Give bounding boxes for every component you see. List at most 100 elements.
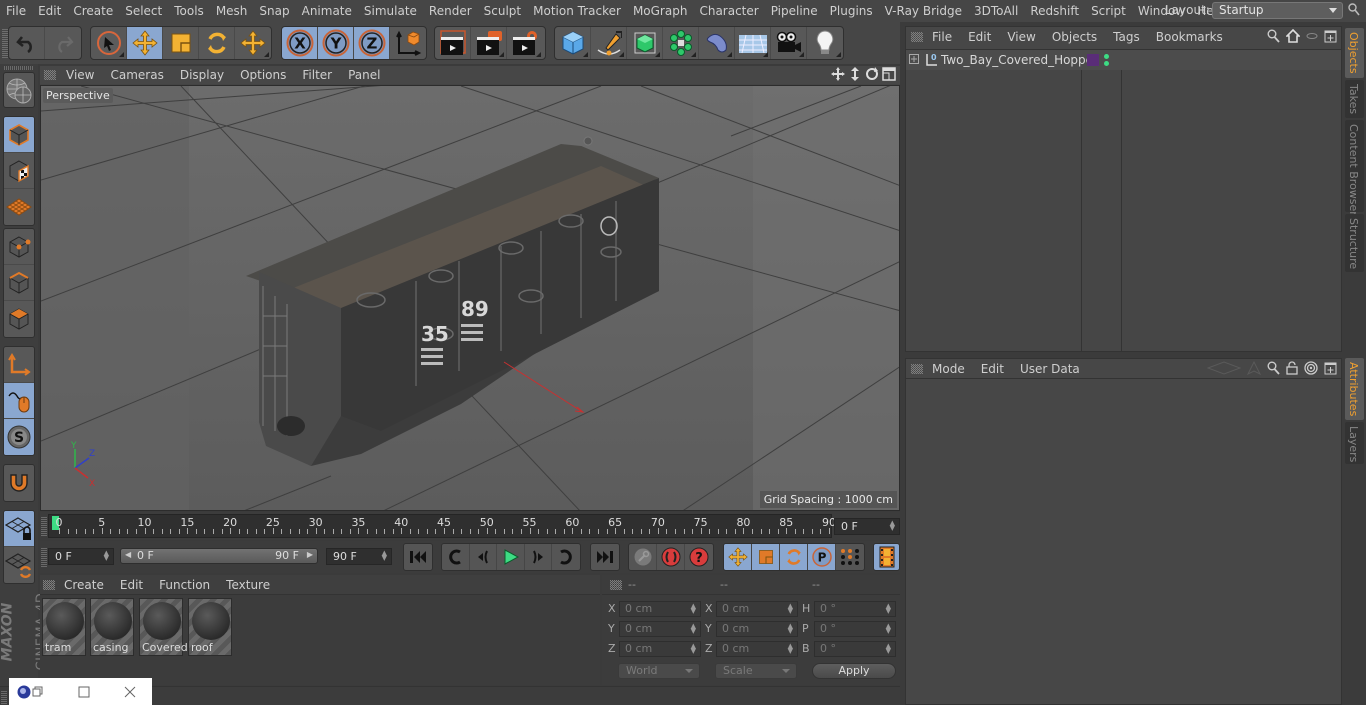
- 3d-viewport[interactable]: 35 89 Y Z X Perspective Grid Spacing : 1…: [40, 85, 900, 511]
- viewport-menu-view[interactable]: View: [58, 68, 102, 82]
- add-camera-button[interactable]: [771, 27, 807, 59]
- new-panel-icon[interactable]: [1324, 30, 1337, 43]
- move-tool-button[interactable]: [127, 27, 163, 59]
- layer-color-swatch[interactable]: [1087, 54, 1099, 66]
- add-spline-button[interactable]: [591, 27, 627, 59]
- spinner-icon[interactable]: ▲ ▼: [890, 520, 895, 532]
- key-rotation-button[interactable]: [780, 544, 808, 570]
- viewport-menu-panel[interactable]: Panel: [340, 68, 388, 82]
- scale-tool-button[interactable]: [163, 27, 199, 59]
- workplane-mode-button[interactable]: [4, 189, 34, 225]
- timeline-layout-button[interactable]: [874, 544, 899, 570]
- home-icon[interactable]: [1286, 29, 1300, 43]
- attributes-menu-user-data[interactable]: User Data: [1012, 362, 1088, 376]
- menu-sculpt[interactable]: Sculpt: [478, 0, 527, 22]
- material-swatch[interactable]: casing: [90, 598, 134, 656]
- spinner-icon[interactable]: ▲ ▼: [886, 643, 891, 655]
- up-arrow-icon[interactable]: [1247, 361, 1261, 375]
- world-coordinates-button[interactable]: [390, 27, 426, 59]
- object-row[interactable]: 0 Two_Bay_Covered_Hopper: [906, 50, 1341, 70]
- spinner-icon[interactable]: ▲ ▼: [382, 550, 387, 562]
- polygons-mode-button[interactable]: [4, 301, 34, 337]
- objects-menu-file[interactable]: File: [924, 30, 960, 44]
- start-frame-field[interactable]: 0 F ▲ ▼: [48, 548, 114, 565]
- live-selection-button[interactable]: [91, 27, 127, 59]
- coordinates-grip[interactable]: [610, 580, 622, 590]
- redo-button[interactable]: [45, 27, 81, 59]
- range-right-arrow-icon[interactable]: ▶: [307, 550, 313, 559]
- spinner-icon[interactable]: ▲ ▼: [886, 603, 891, 615]
- model-mode-button[interactable]: [4, 117, 34, 153]
- tab-takes[interactable]: Takes: [1345, 80, 1364, 118]
- z-axis-lock-button[interactable]: Z: [354, 27, 390, 59]
- menu-animate[interactable]: Animate: [296, 0, 358, 22]
- expand-icon[interactable]: [909, 54, 919, 64]
- texture-mode-button[interactable]: [4, 153, 34, 189]
- menu-create[interactable]: Create: [67, 0, 119, 22]
- tab-objects[interactable]: Objects: [1345, 28, 1364, 78]
- transport-grip[interactable]: [41, 547, 47, 567]
- viewport-menu-filter[interactable]: Filter: [294, 68, 340, 82]
- maximize-icon[interactable]: [78, 686, 90, 698]
- key-position-button[interactable]: [724, 544, 752, 570]
- range-left-arrow-icon[interactable]: ◀: [125, 550, 131, 559]
- key-parameter-button[interactable]: P: [808, 544, 836, 570]
- rotation-b-field[interactable]: 0 ° ▲ ▼: [814, 641, 896, 657]
- add-mograph-button[interactable]: [663, 27, 699, 59]
- workplane-lock-button[interactable]: [4, 511, 34, 547]
- add-cube-button[interactable]: [555, 27, 591, 59]
- menu-vray-bridge[interactable]: V-Ray Bridge: [879, 0, 968, 22]
- status-grip[interactable]: [1, 690, 7, 704]
- render-visibility-dot[interactable]: [1104, 61, 1109, 66]
- previous-frame-button[interactable]: [470, 544, 498, 570]
- objects-menu-bookmarks[interactable]: Bookmarks: [1148, 30, 1231, 44]
- search-icon[interactable]: [1348, 3, 1360, 20]
- add-environment-button[interactable]: [735, 27, 771, 59]
- objects-menu-objects[interactable]: Objects: [1044, 30, 1105, 44]
- objects-menu-view[interactable]: View: [999, 30, 1043, 44]
- tab-attributes[interactable]: Attributes: [1345, 358, 1364, 420]
- tab-layers[interactable]: Layers: [1345, 422, 1364, 464]
- menu-character[interactable]: Character: [693, 0, 764, 22]
- add-generator-button[interactable]: [627, 27, 663, 59]
- objects-menu-edit[interactable]: Edit: [960, 30, 999, 44]
- menu-render[interactable]: Render: [423, 0, 478, 22]
- material-swatch[interactable]: roof: [188, 598, 232, 656]
- rotate-tool-button[interactable]: [199, 27, 235, 59]
- menu-file[interactable]: File: [0, 0, 32, 22]
- next-frame-button[interactable]: [525, 544, 553, 570]
- render-view-button[interactable]: [435, 27, 471, 59]
- current-frame-field[interactable]: 0 F ▲ ▼: [834, 518, 900, 535]
- previous-key-button[interactable]: [442, 544, 470, 570]
- material-swatch[interactable]: tram: [42, 598, 86, 656]
- modebar-grip[interactable]: [4, 66, 34, 70]
- spinner-icon[interactable]: ▲ ▼: [788, 603, 793, 615]
- layout-dropdown[interactable]: Startup: [1212, 2, 1343, 19]
- end-frame-field[interactable]: 90 F ▲ ▼: [326, 548, 392, 565]
- target-icon[interactable]: [1304, 361, 1318, 375]
- menu-motion-tracker[interactable]: Motion Tracker: [527, 0, 627, 22]
- viewport-menu-display[interactable]: Display: [172, 68, 232, 82]
- position-x-field[interactable]: 0 cm ▲ ▼: [619, 601, 701, 617]
- workplane-align-button[interactable]: [4, 547, 34, 583]
- material-grip[interactable]: [43, 580, 55, 590]
- x-axis-lock-button[interactable]: X: [282, 27, 318, 59]
- object-axis-button[interactable]: [4, 347, 34, 383]
- rotation-p-field[interactable]: 0 ° ▲ ▼: [814, 621, 896, 637]
- restore-icon[interactable]: [32, 686, 44, 698]
- autokeying-button[interactable]: [657, 544, 685, 570]
- menu-redshift[interactable]: Redshift: [1024, 0, 1085, 22]
- add-deformer-button[interactable]: [699, 27, 735, 59]
- menu-tools[interactable]: Tools: [168, 0, 210, 22]
- new-panel-icon[interactable]: [1324, 362, 1337, 375]
- menu-mograph[interactable]: MoGraph: [627, 0, 694, 22]
- go-to-end-button[interactable]: [591, 544, 619, 570]
- spinner-icon[interactable]: ▲ ▼: [788, 643, 793, 655]
- size-z-field[interactable]: 0 cm ▲ ▼: [716, 641, 798, 657]
- menu-select[interactable]: Select: [119, 0, 168, 22]
- spinner-icon[interactable]: ▲ ▼: [886, 623, 891, 635]
- viewport-menu-options[interactable]: Options: [232, 68, 294, 82]
- go-to-start-button[interactable]: [404, 544, 432, 570]
- y-axis-lock-button[interactable]: Y: [318, 27, 354, 59]
- object-manager-grip[interactable]: [911, 32, 923, 42]
